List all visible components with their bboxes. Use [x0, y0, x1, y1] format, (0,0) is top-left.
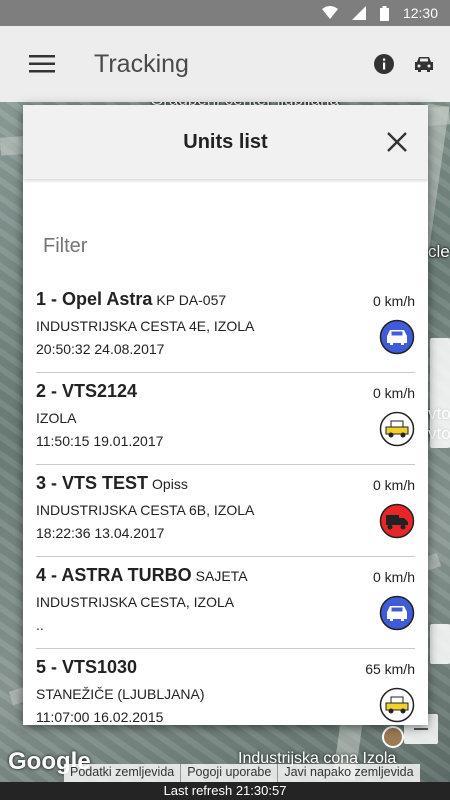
car-button[interactable]: [404, 44, 444, 84]
close-button[interactable]: [382, 127, 412, 157]
status-bar: 12:30: [0, 0, 450, 26]
unit-speed: 0 km/h: [372, 477, 415, 493]
info-icon: [374, 54, 394, 74]
terms-link[interactable]: Pogoji uporabe: [180, 764, 277, 782]
unit-timestamp: 11:50:15 19.01.2017: [36, 433, 164, 449]
units-list-dialog: Units list 1 - Opel AstraKP DA-057 0 km/h…: [23, 105, 428, 725]
unit-list-item[interactable]: 1 - Opel Astra KP DA-057 0 km/h INDUSTRIJSK…: [36, 281, 415, 373]
unit-address: IZOLA: [36, 410, 77, 426]
unit-title: 1 - Opel Astra: [36, 289, 153, 309]
unit-plate: SAJETA: [195, 568, 248, 584]
unit-title: 4 - ASTRA TURBO: [36, 565, 192, 585]
map-marker[interactable]: [382, 726, 404, 748]
dialog-header: Units list: [23, 105, 428, 179]
unit-address: INDUSTRIJSKA CESTA 6B, IZOLA: [36, 502, 255, 518]
close-icon: [387, 132, 407, 152]
unit-title: 2 - VTS2124: [36, 381, 138, 401]
map-attribution: Podatki zemljevida Pogoji uporabe Javi n…: [64, 764, 420, 782]
wifi-icon: [321, 6, 338, 19]
unit-title: 3 - VTS TEST: [36, 473, 149, 493]
unit-address: STANEŽIČE (LJUBLJANA): [36, 686, 205, 702]
unit-plate: Opiss: [152, 476, 188, 492]
unit-speed: 0 km/h: [372, 385, 415, 401]
car-icon: [379, 595, 415, 631]
info-button[interactable]: [364, 44, 404, 84]
unit-name: 3 - VTS TEST Opiss: [36, 473, 188, 494]
taxi-icon: [379, 687, 415, 723]
unit-address: INDUSTRIJSKA CESTA, IZOLA: [36, 594, 235, 610]
map-side-control[interactable]: [430, 624, 450, 664]
unit-timestamp: 18:22:36 13.04.2017: [36, 525, 165, 541]
map-side-control[interactable]: [430, 338, 450, 448]
unit-title: 5 - VTS1030: [36, 657, 138, 677]
unit-speed: 0 km/h: [372, 293, 415, 309]
unit-list-item[interactable]: 2 - VTS2124 0 km/h IZOLA 11:50:15 19.01.201…: [36, 373, 415, 465]
minus-icon: [414, 728, 428, 730]
filter-input[interactable]: [43, 235, 413, 258]
unit-timestamp: 20:50:32 24.08.2017: [36, 341, 165, 357]
menu-icon: [29, 55, 55, 73]
unit-name: 5 - VTS1030: [36, 657, 141, 678]
unit-address: INDUSTRIJSKA CESTA 4E, IZOLA: [36, 318, 255, 334]
signal-icon: [351, 6, 366, 20]
unit-name: 4 - ASTRA TURBO SAJETA: [36, 565, 248, 586]
menu-button[interactable]: [0, 26, 84, 102]
map-label: cle: [428, 242, 450, 261]
unit-list-item[interactable]: 3 - VTS TEST Opiss 0 km/h INDUSTRIJSKA CEST…: [36, 465, 415, 557]
taxi-icon: [379, 411, 415, 447]
unit-plate: KP DA-057: [156, 292, 227, 308]
units-list: 1 - Opel Astra KP DA-057 0 km/h INDUSTRIJSK…: [23, 281, 428, 725]
unit-list-item[interactable]: 4 - ASTRA TURBO SAJETA 0 km/h INDUSTRIJSKA …: [36, 557, 415, 649]
app-title: Tracking: [94, 49, 189, 78]
unit-timestamp: ..: [36, 617, 44, 633]
unit-name: 2 - VTS2124: [36, 381, 141, 402]
last-refresh-bar: Last refresh 21:30:57: [0, 782, 450, 800]
status-time: 12:30: [402, 5, 438, 21]
app-bar: Tracking: [0, 26, 450, 102]
map-data-link[interactable]: Podatki zemljevida: [64, 764, 180, 782]
battery-icon: [379, 5, 389, 21]
unit-speed: 0 km/h: [372, 569, 415, 585]
unit-list-item[interactable]: 5 - VTS1030 65 km/h STANEŽIČE (LJUBLJANA) 1…: [36, 649, 415, 725]
car-icon: [415, 57, 433, 72]
dialog-title: Units list: [183, 130, 268, 153]
car-icon: [379, 319, 415, 355]
report-error-link[interactable]: Javi napako zemljevida: [277, 764, 419, 782]
unit-speed: 65 km/h: [365, 661, 415, 677]
unit-name: 1 - Opel Astra KP DA-057: [36, 289, 226, 310]
truck-icon: [379, 503, 415, 539]
unit-timestamp: 11:07:00 16.02.2015: [36, 709, 164, 725]
